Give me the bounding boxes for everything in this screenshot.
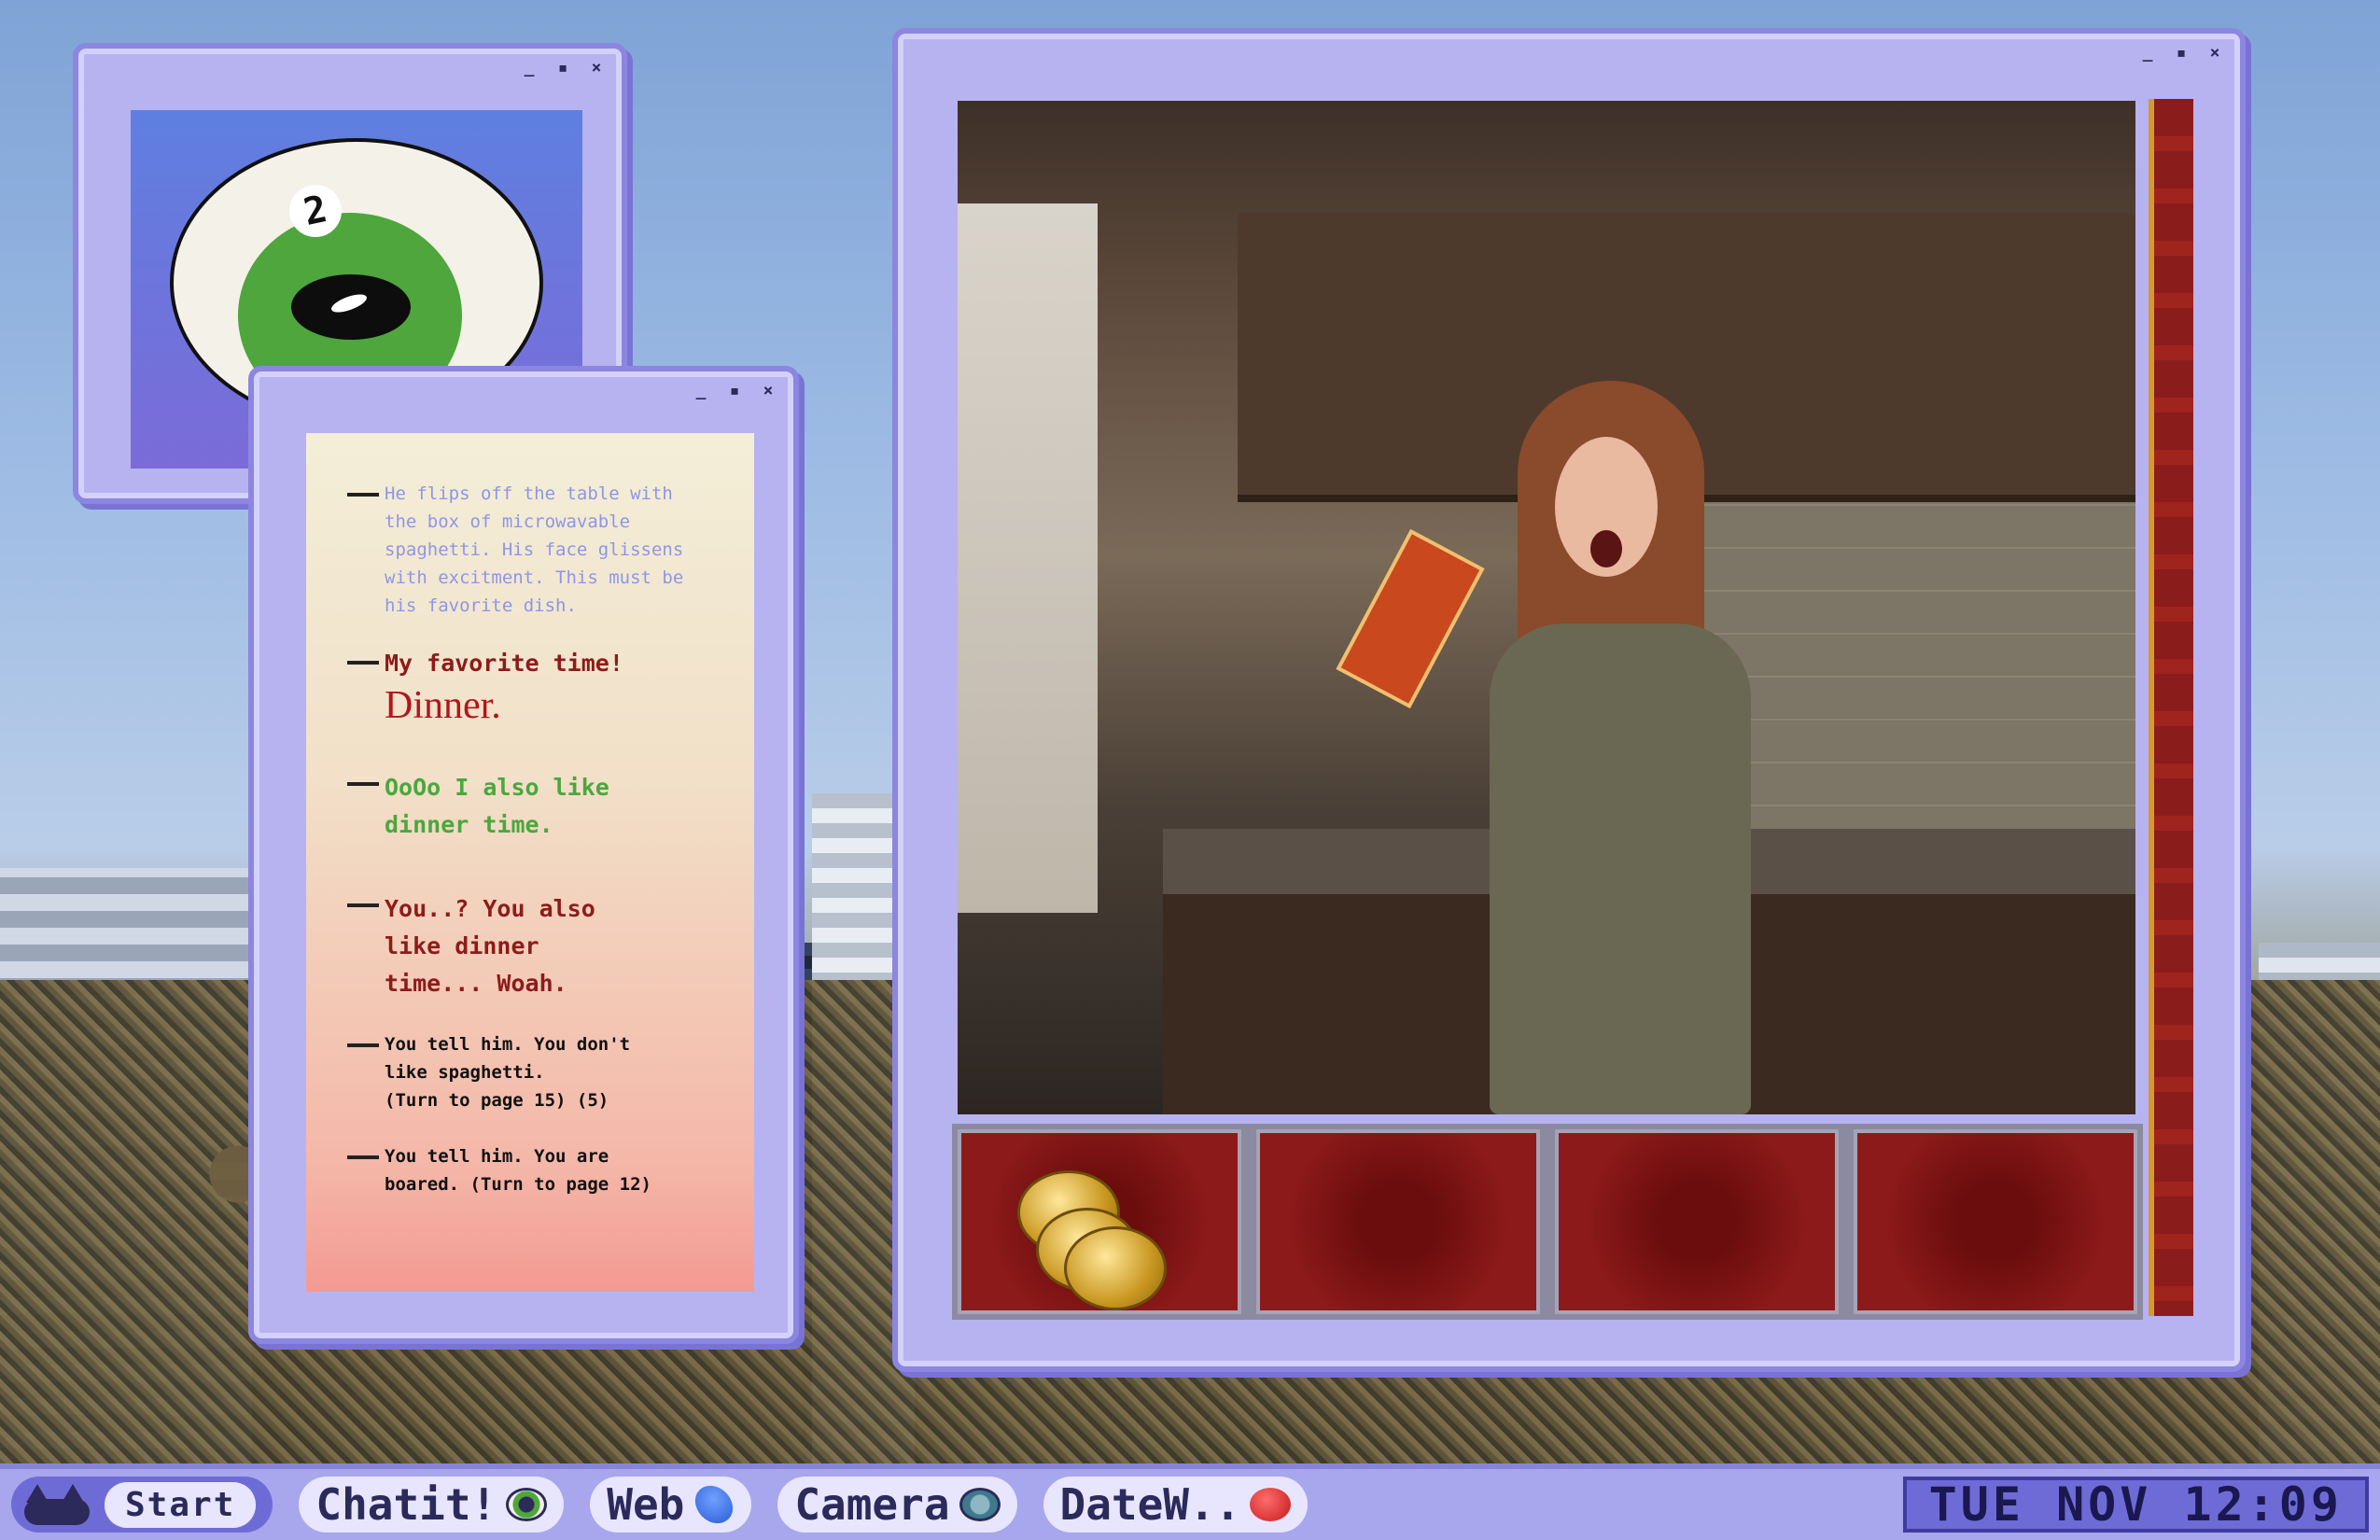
maximize-button[interactable]: ▪ [2171,43,2191,63]
globe-icon [688,1477,741,1532]
choice-text[interactable]: You tell him. You are boared. (Turn to p… [385,1142,730,1198]
gold-coins-icon [961,1133,1238,1310]
maximize-button[interactable]: ▪ [553,58,573,78]
story-page: He flips off the table with the box of m… [306,433,754,1292]
taskbar-chatit[interactable]: Chatit! [299,1477,565,1533]
heart-icon [1250,1488,1292,1521]
dash-marker [347,903,379,907]
coin [1064,1226,1167,1310]
taskbar-datew[interactable]: DateW.. [1043,1477,1309,1533]
dash-marker [347,493,379,497]
camera-icon [959,1488,1001,1521]
person-mouth [1590,530,1622,567]
building [803,943,887,1465]
story-narration: He flips off the table with the box of m… [347,480,730,620]
decorative-border-strip [2149,99,2193,1316]
dialogue-text: OoOo I also like dinner time. [385,774,609,838]
dialogue-line: My favorite time! Dinner. [347,648,730,732]
story-window: _ ▪ × He flips off the table with the bo… [248,366,799,1344]
taskbar-web[interactable]: Web [590,1477,752,1533]
eye-icon [506,1488,548,1521]
dialogue-text: My favorite time! [385,650,623,677]
dialogue-text: You..? You also like dinner time... Woah… [385,895,595,997]
inventory-slot-empty[interactable] [1555,1129,1839,1314]
taskbar-camera[interactable]: Camera [777,1477,1017,1533]
system-clock: TUE NOV 12:09 [1902,1477,2369,1533]
dash-marker [347,661,379,665]
kitchen-photo [958,101,2135,1114]
dash-marker [347,1155,379,1159]
narration-text: He flips off the table with the box of m… [385,483,684,616]
camera-window: _ ▪ × [892,28,2246,1372]
window-controls: _ ▪ × [519,58,607,78]
maximize-button[interactable]: ▪ [724,381,745,401]
task-label: Camera [794,1479,950,1530]
task-label: Chatit! [315,1479,497,1530]
dialogue-line: You..? You also like dinner time... Woah… [347,890,730,1002]
close-button[interactable]: × [2205,43,2225,63]
taskbar: Start Chatit! Web Camera DateW.. TUE NOV… [0,1463,2380,1540]
spaghetti-box [1336,528,1485,709]
window-controls: _ ▪ × [2137,43,2225,63]
dash-marker [347,782,379,786]
building [2259,943,2380,1465]
choice-text[interactable]: You tell him. You don't like spaghetti. … [385,1030,730,1114]
start-label: Start [105,1481,257,1528]
minimize-button[interactable]: _ [519,58,539,78]
inventory-bar [952,1124,2143,1320]
window-controls: _ ▪ × [691,381,778,401]
minimize-button[interactable]: _ [2137,43,2158,63]
start-button[interactable]: Start [11,1477,273,1533]
close-button[interactable]: × [758,381,778,401]
choice-option[interactable]: You tell him. You are boared. (Turn to p… [347,1142,730,1198]
dialogue-line: OoOo I also like dinner time. [347,769,730,844]
close-button[interactable]: × [586,58,607,78]
person-sweater [1490,623,1751,1114]
choice-option[interactable]: You tell him. You don't like spaghetti. … [347,1030,730,1114]
task-label: DateW.. [1059,1479,1241,1530]
minimize-button[interactable]: _ [691,381,711,401]
inventory-slot-empty[interactable] [1256,1129,1540,1314]
inventory-slot-empty[interactable] [1854,1129,2137,1314]
dialogue-emphasis: Dinner. [385,684,501,727]
task-label: Web [607,1479,685,1530]
person-figure [1480,381,1760,1114]
building [0,868,252,1465]
dash-marker [347,1043,379,1047]
window-blind [958,203,1098,913]
inventory-slot-coins[interactable] [958,1129,1241,1314]
cat-icon [21,1484,95,1525]
